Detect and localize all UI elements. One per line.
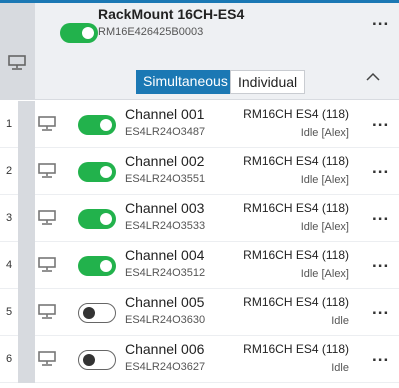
channel-serial: ES4LR24O3533 — [125, 220, 206, 232]
channel-enable-toggle[interactable] — [78, 256, 116, 276]
channel-status: Idle — [331, 362, 349, 374]
device-serial: RM16E426425B0003 — [98, 26, 204, 38]
channel-row[interactable]: 5 Channel 005 ES4LR24O3630 RM16CH ES4 (1… — [0, 289, 399, 336]
channel-name: Channel 006 — [125, 341, 205, 357]
header-accent-line — [0, 0, 399, 3]
channel-enable-toggle[interactable] — [78, 115, 116, 135]
channel-row[interactable]: 4 Channel 004 ES4LR24O3512 RM16CH ES4 (1… — [0, 242, 399, 289]
channel-number: 5 — [5, 306, 13, 318]
channel-number: 1 — [5, 118, 13, 130]
channel-name: Channel 001 — [125, 106, 205, 122]
channel-row[interactable]: 6 Channel 006 ES4LR24O3627 RM16CH ES4 (1… — [0, 336, 399, 383]
device-name: RackMount 16CH-ES4 — [98, 6, 245, 22]
channel-number: 6 — [5, 353, 13, 365]
mode-simultaneous-button[interactable]: Simultaneous — [136, 70, 235, 94]
mode-individual-button[interactable]: Individual — [230, 70, 306, 94]
channel-monitor-icon — [38, 116, 56, 131]
channel-name: Channel 003 — [125, 200, 205, 216]
channel-more-icon[interactable]: ... — [372, 252, 389, 272]
channel-serial: ES4LR24O3512 — [125, 267, 206, 279]
channel-status: Idle [Alex] — [300, 174, 349, 186]
channel-side-strip — [18, 148, 35, 195]
channel-model: RM16CH ES4 (118) — [243, 248, 349, 262]
channel-enable-toggle[interactable] — [78, 209, 116, 229]
channel-side-strip — [18, 289, 35, 336]
device-header: RackMount 16CH-ES4 RM16E426425B0003 ... … — [0, 0, 399, 100]
channel-status: Idle [Alex] — [300, 268, 349, 280]
channel-name: Channel 004 — [125, 247, 205, 263]
channel-model: RM16CH ES4 (118) — [243, 342, 349, 356]
channel-serial: ES4LR24O3551 — [125, 173, 206, 185]
channel-more-icon[interactable]: ... — [372, 346, 389, 366]
channel-side-strip — [18, 101, 35, 148]
channel-model: RM16CH ES4 (118) — [243, 201, 349, 215]
channel-monitor-icon — [38, 163, 56, 178]
channel-name: Channel 005 — [125, 294, 205, 310]
channel-row[interactable]: 3 Channel 003 ES4LR24O3533 RM16CH ES4 (1… — [0, 195, 399, 242]
channel-status: Idle [Alex] — [300, 127, 349, 139]
channel-status: Idle — [331, 315, 349, 327]
chevron-up-icon[interactable] — [366, 72, 380, 82]
device-monitor-icon — [8, 55, 26, 70]
channel-more-icon[interactable]: ... — [372, 158, 389, 178]
channel-enable-toggle[interactable] — [78, 350, 116, 370]
channel-side-strip — [18, 242, 35, 289]
channel-number: 2 — [5, 165, 13, 177]
device-more-icon[interactable]: ... — [372, 10, 389, 30]
channel-number: 3 — [5, 212, 13, 224]
device-enable-toggle[interactable] — [60, 23, 98, 43]
channel-more-icon[interactable]: ... — [372, 299, 389, 319]
channel-number: 4 — [5, 259, 13, 271]
channel-model: RM16CH ES4 (118) — [243, 295, 349, 309]
device-side-strip — [0, 3, 35, 100]
channel-row[interactable]: 1 Channel 001 ES4LR24O3487 RM16CH ES4 (1… — [0, 101, 399, 148]
channel-serial: ES4LR24O3487 — [125, 126, 206, 138]
channel-serial: ES4LR24O3630 — [125, 314, 206, 326]
channel-monitor-icon — [38, 210, 56, 225]
channel-more-icon[interactable]: ... — [372, 205, 389, 225]
channel-more-icon[interactable]: ... — [372, 111, 389, 131]
channel-side-strip — [18, 195, 35, 242]
channel-side-strip — [18, 336, 35, 383]
channel-monitor-icon — [38, 304, 56, 319]
channel-status: Idle [Alex] — [300, 221, 349, 233]
channel-name: Channel 002 — [125, 153, 205, 169]
channel-monitor-icon — [38, 351, 56, 366]
channel-monitor-icon — [38, 257, 56, 272]
channel-serial: ES4LR24O3627 — [125, 361, 206, 373]
channel-row[interactable]: 2 Channel 002 ES4LR24O3551 RM16CH ES4 (1… — [0, 148, 399, 195]
channel-model: RM16CH ES4 (118) — [243, 107, 349, 121]
channel-model: RM16CH ES4 (118) — [243, 154, 349, 168]
channel-enable-toggle[interactable] — [78, 162, 116, 182]
channel-enable-toggle[interactable] — [78, 303, 116, 323]
